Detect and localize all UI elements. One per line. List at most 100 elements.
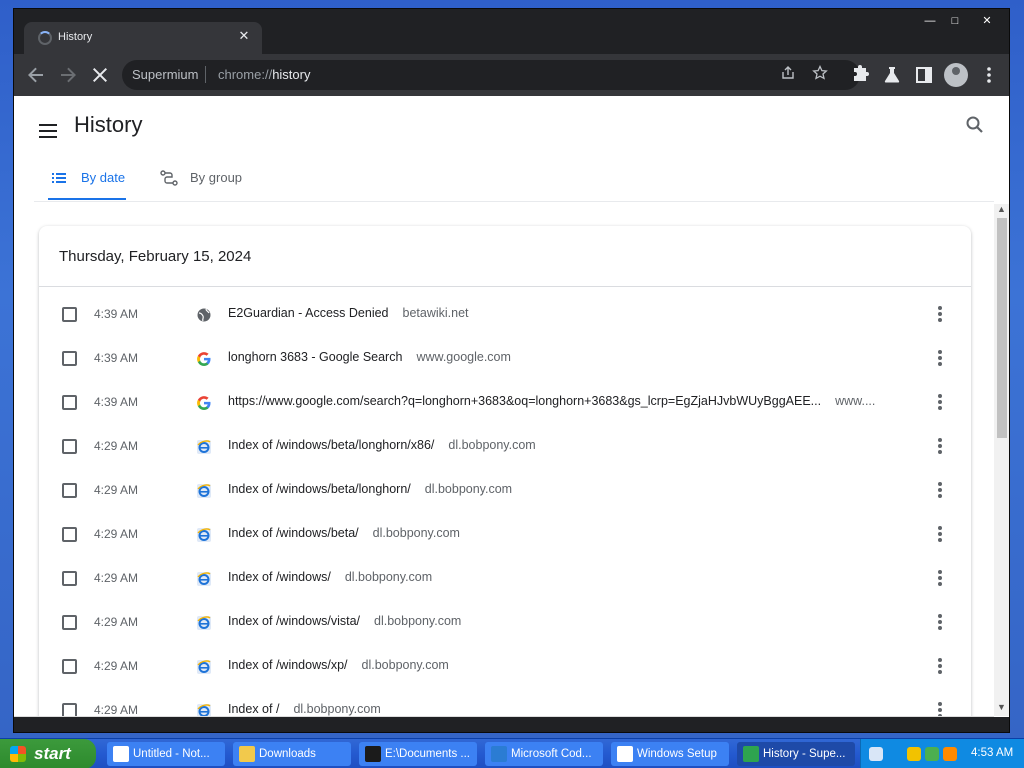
vertical-scrollbar[interactable]: ▲ ▼ xyxy=(994,204,1009,716)
row-checkbox[interactable] xyxy=(62,527,77,542)
profile-avatar-icon[interactable] xyxy=(944,63,968,87)
row-title-link[interactable]: Index of /windows/beta/dl.bobpony.com xyxy=(228,526,460,540)
row-title-link[interactable]: Index of /windows/xp/dl.bobpony.com xyxy=(228,658,449,672)
share-icon[interactable] xyxy=(778,65,798,85)
history-page: History By date By group Thursday, Febru… xyxy=(14,96,1009,717)
labs-flask-icon[interactable] xyxy=(880,63,904,87)
row-title-link[interactable]: longhorn 3683 - Google Search www.google.… xyxy=(228,350,511,364)
history-row[interactable]: 4:29 AM Index of /windows/beta/longhorn/d… xyxy=(39,470,971,514)
history-row[interactable]: 4:29 AM Index of /windows/xp/dl.bobpony.c… xyxy=(39,646,971,690)
row-title-link[interactable]: https://www.google.com/search?q=longhorn… xyxy=(228,394,875,408)
taskbar-item[interactable]: Downloads xyxy=(233,742,351,766)
history-row[interactable]: 4:39 AM E2Guardian - Access Denied betawik… xyxy=(39,294,971,338)
taskbar-item-label: Downloads xyxy=(259,748,316,760)
history-row[interactable]: 4:29 AM Index of /windows/beta/dl.bobpony… xyxy=(39,514,971,558)
row-checkbox[interactable] xyxy=(62,483,77,498)
row-more-actions-icon[interactable] xyxy=(932,526,948,546)
taskbar-app-icon xyxy=(239,746,255,762)
horizontal-scrollbar[interactable]: ◀ ▶ xyxy=(14,716,994,717)
taskbar-app-icon xyxy=(365,746,381,762)
history-row[interactable]: 4:39 AM longhorn 3683 - Google Search www.… xyxy=(39,338,971,382)
taskbar-app-icon xyxy=(113,746,129,762)
row-title-link[interactable]: E2Guardian - Access Denied betawiki.net xyxy=(228,306,469,320)
row-more-actions-icon[interactable] xyxy=(932,702,948,717)
search-icon[interactable] xyxy=(964,114,986,136)
row-checkbox[interactable] xyxy=(62,703,77,717)
taskbar: start Untitled - Not... Downloads E:\Docum… xyxy=(0,738,1024,768)
row-title-link[interactable]: Index of /windows/beta/longhorn/dl.bobpo… xyxy=(228,482,512,496)
row-more-actions-icon[interactable] xyxy=(932,394,948,414)
close-window-button[interactable]: ✕ xyxy=(974,13,1000,29)
row-more-actions-icon[interactable] xyxy=(932,658,948,678)
history-row[interactable]: 4:29 AM Index of /windows/dl.bobpony.com xyxy=(39,558,971,602)
keyboard-icon[interactable] xyxy=(869,747,883,761)
row-checkbox[interactable] xyxy=(62,395,77,410)
side-panel-icon[interactable] xyxy=(912,63,936,87)
row-more-actions-icon[interactable] xyxy=(932,482,948,502)
history-row[interactable]: 4:29 AM Index of /windows/vista/dl.bobpon… xyxy=(39,602,971,646)
taskbar-item[interactable]: History - Supe... xyxy=(737,742,855,766)
row-domain: dl.bobpony.com xyxy=(448,438,536,452)
history-row[interactable]: 4:29 AM Index of /windows/beta/longhorn/x… xyxy=(39,426,971,470)
taskbar-item[interactable]: Untitled - Not... xyxy=(107,742,225,766)
taskbar-item-label: Windows Setup xyxy=(637,748,717,760)
hamburger-menu-icon[interactable] xyxy=(39,124,57,138)
back-arrow-icon[interactable] xyxy=(24,63,48,87)
row-time: 4:29 AM xyxy=(94,439,139,453)
security-shield-icon[interactable] xyxy=(907,747,921,761)
row-more-actions-icon[interactable] xyxy=(932,350,948,370)
bookmark-star-icon[interactable] xyxy=(810,64,830,85)
row-domain: dl.bobpony.com xyxy=(374,614,462,628)
tab-close-icon[interactable]: ✕ xyxy=(236,28,252,44)
card-separator xyxy=(39,286,971,287)
row-more-actions-icon[interactable] xyxy=(932,306,948,326)
row-more-actions-icon[interactable] xyxy=(932,614,948,634)
taskbar-item-label: History - Supe... xyxy=(763,748,846,760)
row-title: Index of /windows/xp/ xyxy=(228,658,348,672)
row-checkbox[interactable] xyxy=(62,307,77,322)
start-button[interactable]: start xyxy=(0,739,96,768)
row-domain: betawiki.net xyxy=(402,306,469,320)
row-title-link[interactable]: Index of /windows/dl.bobpony.com xyxy=(228,570,432,584)
tab-title: History xyxy=(58,31,93,43)
history-row[interactable]: 4:29 AM Index of / dl.bobpony.com xyxy=(39,690,971,717)
taskbar-app-icon xyxy=(491,746,507,762)
network-icon[interactable] xyxy=(925,747,939,761)
row-more-actions-icon[interactable] xyxy=(932,570,948,590)
site-chip: Supermium xyxy=(132,67,199,82)
history-row[interactable]: 4:39 AM https://www.google.com/search?q=l… xyxy=(39,382,971,426)
maximize-button[interactable]: □ xyxy=(942,13,968,29)
row-domain: dl.bobpony.com xyxy=(372,526,460,540)
ie-icon xyxy=(196,571,212,587)
row-domain: dl.bobpony.com xyxy=(344,570,433,584)
scroll-up-arrow-icon[interactable]: ▲ xyxy=(997,204,1006,214)
row-checkbox[interactable] xyxy=(62,439,77,454)
row-domain: www.google.com xyxy=(416,350,511,364)
tab-by-group[interactable]: By group xyxy=(158,158,268,200)
taskbar-item[interactable]: Microsoft Cod... xyxy=(485,742,603,766)
row-checkbox[interactable] xyxy=(62,659,77,674)
tab-by-date[interactable]: By date xyxy=(48,158,126,200)
vertical-scroll-thumb[interactable] xyxy=(997,218,1007,438)
extensions-puzzle-icon[interactable] xyxy=(848,63,872,87)
stop-loading-icon[interactable] xyxy=(88,63,112,87)
forward-arrow-icon[interactable] xyxy=(56,63,80,87)
row-more-actions-icon[interactable] xyxy=(932,438,948,458)
row-title-link[interactable]: Index of /windows/beta/longhorn/x86/dl.b… xyxy=(228,438,536,452)
row-checkbox[interactable] xyxy=(62,615,77,630)
row-checkbox[interactable] xyxy=(62,571,77,586)
row-title-link[interactable]: Index of / dl.bobpony.com xyxy=(228,702,381,716)
taskbar-item[interactable]: E:\Documents ... xyxy=(359,742,477,766)
taskbar-item[interactable]: Windows Setup xyxy=(611,742,729,766)
tab-history[interactable]: History ✕ xyxy=(24,22,262,54)
kebab-menu-icon[interactable] xyxy=(977,63,1001,87)
system-tray: 4:53 AM xyxy=(860,739,1024,768)
row-title: longhorn 3683 - Google Search xyxy=(228,350,403,364)
minimize-button[interactable]: — xyxy=(917,13,943,29)
row-title-link[interactable]: Index of /windows/vista/dl.bobpony.com xyxy=(228,614,461,628)
address-bar[interactable]: Supermium chrome://history xyxy=(122,60,860,90)
google-icon xyxy=(196,351,212,367)
search-tray-icon[interactable] xyxy=(943,747,957,761)
scroll-down-arrow-icon[interactable]: ▼ xyxy=(997,702,1006,712)
row-checkbox[interactable] xyxy=(62,351,77,366)
